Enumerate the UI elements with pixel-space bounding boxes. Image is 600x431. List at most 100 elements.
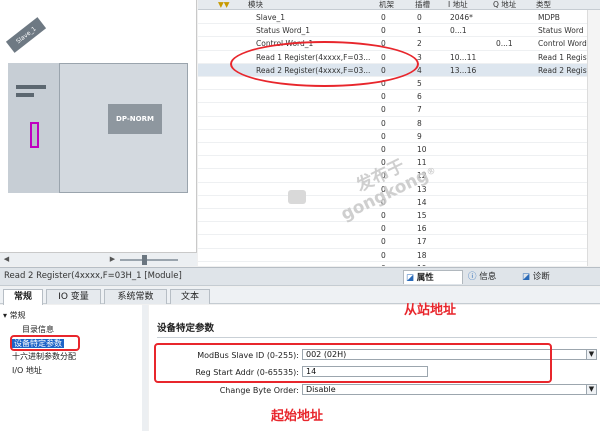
nav-catalog-info[interactable]: 目录信息	[22, 324, 54, 335]
highlight-box-nav	[10, 335, 80, 351]
device-view-scrollbar[interactable]: ◀ ▶	[0, 252, 197, 266]
zoom-slider-thumb[interactable]	[142, 255, 147, 265]
cell-rack: 0	[381, 262, 386, 266]
table-row[interactable]: 07	[198, 103, 600, 117]
table-row[interactable]: 0 15	[198, 209, 600, 223]
cell-slot: 15	[417, 211, 427, 220]
cell-i-address: 0...1	[450, 26, 467, 36]
cell-slot: 0	[417, 13, 422, 22]
selected-module-title: Read 2 Register(4xxxx,F=03H_1 [Module]	[4, 271, 182, 281]
device-slave-tag[interactable]: Slave_1	[5, 17, 47, 53]
table-row[interactable]: 0 17	[198, 235, 600, 249]
col-i-address[interactable]: I 地址	[448, 0, 468, 10]
section-divider	[157, 337, 597, 338]
annotation-start-address: 起始地址	[271, 409, 324, 424]
tab-properties-label: 属性	[416, 273, 434, 283]
cell-slot: 8	[417, 118, 422, 128]
highlight-box-form	[154, 343, 552, 383]
table-row[interactable]: 06	[198, 90, 600, 104]
table-row[interactable]: 0 10	[198, 143, 600, 157]
section-title: 设备特定参数	[157, 323, 215, 334]
table-row[interactable]: 0 18	[198, 249, 600, 262]
byte-order-select[interactable]: Disable	[302, 384, 587, 395]
nav-hex-params[interactable]: 十六进制参数分配	[12, 351, 76, 362]
info-icon: ⓘ	[468, 272, 477, 282]
device-params-form: 设备特定参数 ModBus Slave ID (0-255): 002 (02H…	[149, 303, 600, 431]
tab-texts[interactable]: 文本	[170, 289, 210, 304]
cell-rack: 0	[381, 26, 386, 36]
expand-icon[interactable]: ▾	[3, 311, 7, 320]
chevron-down-icon[interactable]: ▼	[586, 384, 597, 395]
properties-icon: ◪	[406, 273, 415, 283]
table-row[interactable]: Status Word_1 0 1 0...1 Status Word	[198, 24, 600, 38]
filter-icon[interactable]: ▼▼	[218, 0, 230, 10]
tab-io-tags[interactable]: IO 变量	[46, 289, 101, 304]
nav-general-label: 常规	[9, 311, 26, 320]
nav-io-addresses[interactable]: I/O 地址	[12, 365, 42, 376]
cell-rack: 0	[381, 105, 386, 115]
byte-order-label: Change Byte Order:	[219, 386, 299, 395]
tab-diagnostics[interactable]: ◪ 诊断	[520, 270, 570, 284]
table-header: ▼▼ 模块 机架 插槽 I 地址 Q 地址 类型	[198, 0, 600, 10]
cell-rack: 0	[381, 224, 386, 234]
nav-general[interactable]: ▾ 常规	[3, 310, 26, 321]
cell-slot: 16	[417, 224, 427, 234]
cell-rack: 0	[381, 131, 386, 141]
cell-i-address: 13...16	[450, 65, 477, 75]
table-row[interactable]: 0 19	[198, 262, 600, 266]
cell-type: Status Word	[538, 26, 584, 36]
col-rack[interactable]: 机架	[379, 0, 394, 10]
table-row[interactable]: 0 16	[198, 222, 600, 236]
table-row[interactable]: 09	[198, 130, 600, 143]
scroll-left-icon[interactable]: ◀	[2, 255, 11, 264]
cell-slot: 19	[417, 262, 427, 266]
cell-slot: 7	[417, 105, 422, 115]
cell-rack: 0	[381, 145, 386, 154]
cell-type: Control Word	[538, 39, 587, 49]
profibus-port-icon[interactable]	[30, 122, 39, 148]
rack-bar	[16, 93, 34, 97]
device-view[interactable]: Slave_1 DP-NORM	[0, 0, 197, 252]
cell-q-address: 0...1	[496, 39, 513, 49]
cell-slot: 5	[417, 79, 422, 88]
col-q-address[interactable]: Q 地址	[493, 0, 516, 10]
table-scrollbar[interactable]	[587, 10, 600, 266]
highlight-oval-read-registers	[230, 41, 419, 87]
table-row[interactable]: 08	[198, 117, 600, 130]
cell-rack: 0	[381, 237, 386, 247]
cell-slot: 1	[417, 26, 422, 36]
cell-slot: 17	[417, 237, 427, 247]
tab-system-constants[interactable]: 系统常数	[104, 289, 167, 304]
module-label[interactable]: DP-NORM	[108, 104, 162, 134]
scroll-right-icon[interactable]: ▶	[108, 255, 117, 264]
property-tabs: 常规 IO 变量 系统常数 文本	[0, 287, 600, 305]
cell-slot: 9	[417, 131, 422, 141]
tab-properties[interactable]: ◪ 属性	[403, 270, 463, 284]
cell-rack: 0	[381, 13, 386, 22]
watermark-logo	[288, 190, 306, 204]
chevron-down-icon[interactable]: ▼	[586, 349, 597, 360]
tab-general[interactable]: 常规	[3, 289, 43, 305]
cell-slot: 2	[417, 39, 422, 49]
cell-rack: 0	[381, 118, 386, 128]
cell-module: Slave_1	[256, 13, 286, 22]
property-nav: ▾ 常规 目录信息 设备特定参数 十六进制参数分配 I/O 地址	[0, 305, 148, 431]
cell-slot: 14	[417, 197, 427, 207]
table-row[interactable]: Slave_1 0 0 2046* MDPB	[198, 11, 600, 25]
cell-slot: 18	[417, 250, 427, 260]
tab-info[interactable]: ⓘ 信息	[466, 270, 518, 284]
cell-rack: 0	[381, 211, 386, 220]
cell-module: Status Word_1	[256, 26, 311, 36]
zoom-slider-track[interactable]	[120, 259, 178, 261]
rack-bar	[16, 85, 46, 89]
tab-info-label: 信息	[479, 272, 497, 282]
device-overview-table: ▼▼ 模块 机架 插槽 I 地址 Q 地址 类型 Slave_1 0 0 2046* M…	[198, 0, 600, 266]
col-module[interactable]: 模块	[248, 0, 263, 10]
cell-type: MDPB	[538, 13, 560, 22]
nav-scrollbar[interactable]	[142, 305, 148, 431]
cell-slot: 6	[417, 92, 422, 102]
annotation-slave-address: 从站地址	[404, 303, 457, 318]
col-slot[interactable]: 插槽	[415, 0, 430, 10]
col-type[interactable]: 类型	[536, 0, 551, 10]
cell-i-address: 10...11	[450, 52, 477, 62]
